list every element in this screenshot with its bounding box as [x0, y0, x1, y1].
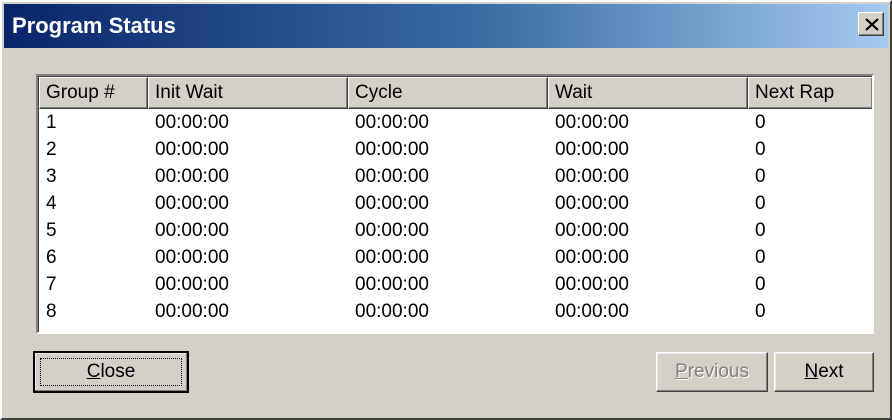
- cell-cycle: 00:00:00: [355, 166, 429, 187]
- cell-group: 6: [46, 247, 57, 268]
- cell-cycle: 00:00:00: [355, 220, 429, 241]
- cell-cycle: 00:00:00: [355, 301, 429, 322]
- close-icon: [865, 18, 879, 31]
- cell-group: 7: [46, 274, 57, 295]
- status-list[interactable]: Group # Init Wait Cycle Wait Next Rap 1 0…: [36, 74, 874, 334]
- column-header-group[interactable]: Group #: [39, 77, 148, 109]
- cell-group: 4: [46, 193, 57, 214]
- table-row[interactable]: 5 00:00:00 00:00:00 00:00:00 0: [39, 217, 872, 244]
- cell-init-wait: 00:00:00: [155, 166, 229, 187]
- next-button[interactable]: Next: [774, 352, 874, 392]
- cell-group: 8: [46, 301, 57, 322]
- program-status-window: Program Status Group # Init Wait Cycle W…: [0, 0, 892, 420]
- cell-group: 1: [46, 112, 57, 133]
- table-row[interactable]: 4 00:00:00 00:00:00 00:00:00 0: [39, 190, 872, 217]
- cell-wait: 00:00:00: [555, 220, 629, 241]
- cell-wait: 00:00:00: [555, 247, 629, 268]
- close-button[interactable]: Close: [33, 351, 189, 393]
- cell-init-wait: 00:00:00: [155, 193, 229, 214]
- cell-init-wait: 00:00:00: [155, 247, 229, 268]
- cell-group: 3: [46, 166, 57, 187]
- table-row[interactable]: 2 00:00:00 00:00:00 00:00:00 0: [39, 136, 872, 163]
- title-close-button[interactable]: [858, 12, 884, 36]
- focus-rectangle: [40, 358, 182, 386]
- column-header-init-wait[interactable]: Init Wait: [148, 77, 348, 109]
- column-header-cycle[interactable]: Cycle: [348, 77, 548, 109]
- next-button-mnemonic: N: [804, 361, 819, 382]
- table-row[interactable]: 6 00:00:00 00:00:00 00:00:00 0: [39, 244, 872, 271]
- cell-cycle: 00:00:00: [355, 274, 429, 295]
- cell-wait: 00:00:00: [555, 301, 629, 322]
- cell-next-rap: 0: [755, 139, 766, 160]
- table-row[interactable]: 8 00:00:00 00:00:00 00:00:00 0: [39, 298, 872, 325]
- cell-wait: 00:00:00: [555, 274, 629, 295]
- cell-wait: 00:00:00: [555, 139, 629, 160]
- table-row[interactable]: 7 00:00:00 00:00:00 00:00:00 0: [39, 271, 872, 298]
- cell-wait: 00:00:00: [555, 193, 629, 214]
- previous-button-mnemonic: P: [675, 361, 688, 382]
- column-header-next-rap[interactable]: Next Rap: [748, 77, 872, 109]
- cell-init-wait: 00:00:00: [155, 139, 229, 160]
- cell-next-rap: 0: [755, 220, 766, 241]
- cell-init-wait: 00:00:00: [155, 274, 229, 295]
- title-bar[interactable]: Program Status: [4, 4, 888, 48]
- table-row[interactable]: 3 00:00:00 00:00:00 00:00:00 0: [39, 163, 872, 190]
- cell-wait: 00:00:00: [555, 166, 629, 187]
- cell-next-rap: 0: [755, 274, 766, 295]
- cell-group: 5: [46, 220, 57, 241]
- cell-init-wait: 00:00:00: [155, 301, 229, 322]
- list-header: Group # Init Wait Cycle Wait Next Rap: [39, 77, 872, 109]
- cell-next-rap: 0: [755, 166, 766, 187]
- cell-next-rap: 0: [755, 301, 766, 322]
- cell-next-rap: 0: [755, 247, 766, 268]
- cell-cycle: 00:00:00: [355, 193, 429, 214]
- window-title: Program Status: [12, 13, 176, 38]
- cell-init-wait: 00:00:00: [155, 220, 229, 241]
- cell-group: 2: [46, 139, 57, 160]
- table-row[interactable]: 1 00:00:00 00:00:00 00:00:00 0: [39, 109, 872, 136]
- cell-cycle: 00:00:00: [355, 139, 429, 160]
- column-header-wait[interactable]: Wait: [548, 77, 748, 109]
- previous-button[interactable]: Previous: [656, 352, 768, 392]
- next-button-label: ext: [818, 361, 844, 382]
- cell-next-rap: 0: [755, 112, 766, 133]
- cell-next-rap: 0: [755, 193, 766, 214]
- list-rows: 1 00:00:00 00:00:00 00:00:00 0 2 00:00:00 00:00…: [39, 109, 872, 325]
- cell-wait: 00:00:00: [555, 112, 629, 133]
- cell-cycle: 00:00:00: [355, 112, 429, 133]
- cell-init-wait: 00:00:00: [155, 112, 229, 133]
- previous-button-label: revious: [687, 361, 749, 382]
- cell-cycle: 00:00:00: [355, 247, 429, 268]
